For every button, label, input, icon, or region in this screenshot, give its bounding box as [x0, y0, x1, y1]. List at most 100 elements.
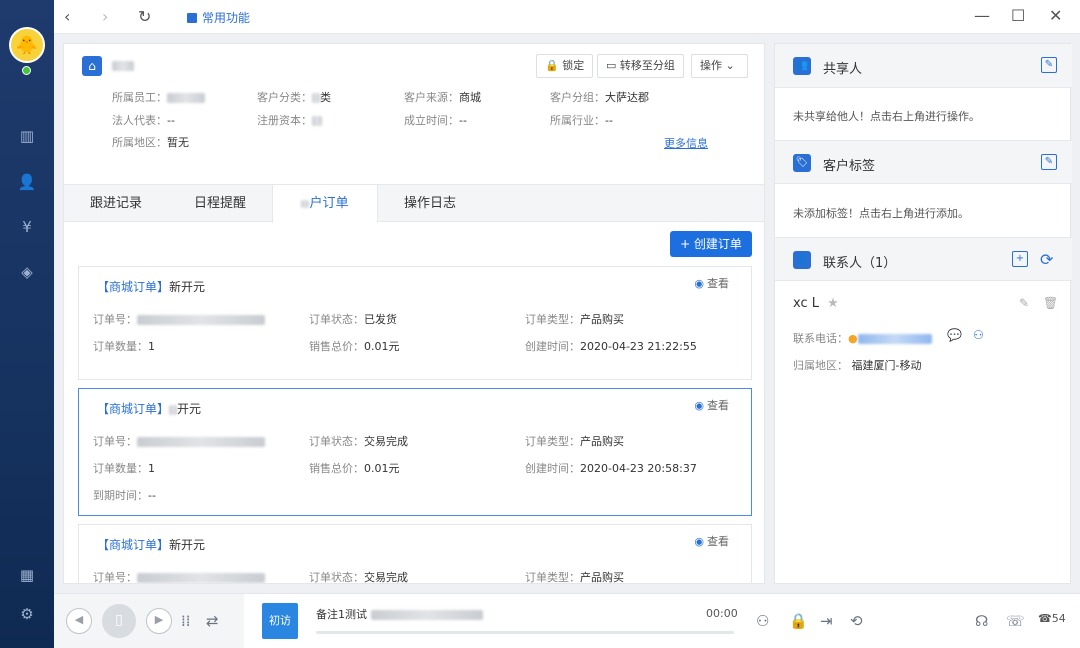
- order-name: 开元: [177, 402, 202, 416]
- dialpad-icon[interactable]: ⁞⁞: [181, 612, 191, 630]
- more-info-link[interactable]: 更多信息: [664, 135, 708, 151]
- share-empty-text: 未共享给他人！点击右上角进行操作。: [793, 110, 980, 123]
- customer-header: ⌂ 🔒 锁定 ▭ 转移至分组 操作 ⌄ 所属员工： 客户分类：类 客户来源：商城…: [64, 44, 764, 184]
- phone-icon: ☎: [1038, 612, 1052, 625]
- eye-icon: ◉: [694, 399, 704, 412]
- forward-icon[interactable]: ⇥: [820, 612, 833, 630]
- order-quantity: 订单数量：1: [93, 340, 155, 353]
- playback-track[interactable]: [316, 631, 734, 634]
- customer-detail-panel: ⌂ 🔒 锁定 ▭ 转移至分组 操作 ⌄ 所属员工： 客户分类：类 客户来源：商城…: [63, 43, 765, 584]
- edit-icon[interactable]: ✎: [1041, 57, 1057, 73]
- call-bar: ◀ ▯ ▶ ⁞⁞ ⇄ 初访 备注1测试 00:00 ⚇ 🔒 ⇥ ⟲ ☊ ☏ ☎5…: [54, 593, 1080, 648]
- order-status: 订单状态：交易完成: [309, 571, 408, 584]
- phone-device-icon[interactable]: ▯: [102, 604, 136, 638]
- order-name: 新开元: [169, 280, 206, 294]
- call-count-value: 54: [1051, 612, 1066, 625]
- settings-gear-icon[interactable]: ⚙: [17, 604, 37, 624]
- tab-follow-up[interactable]: 跟进记录: [64, 185, 168, 222]
- call-controls: ◀ ▯ ▶ ⁞⁞ ⇄: [54, 594, 244, 648]
- headset-icon[interactable]: ☊: [975, 612, 988, 630]
- tab-orders-label: 户订单: [309, 196, 349, 211]
- favorite-label: 常用功能: [202, 11, 251, 25]
- tab-customer-orders[interactable]: 户订单: [272, 185, 378, 223]
- tag-empty-text: 未添加标签！点击右上角进行添加。: [793, 207, 969, 220]
- founded-field: 成立时间：--: [404, 114, 467, 127]
- star-icon[interactable]: ★: [827, 296, 839, 311]
- action-label: 操作: [700, 59, 722, 72]
- message-icon[interactable]: 💬: [947, 328, 962, 342]
- chart-icon[interactable]: ▥: [17, 126, 37, 146]
- action-dropdown[interactable]: 操作 ⌄: [691, 54, 748, 78]
- add-friend-icon[interactable]: ⚇: [973, 328, 984, 342]
- order-tag[interactable]: 【商城订单】: [97, 538, 169, 552]
- order-total: 销售总价：0.01元: [309, 340, 400, 353]
- order-title: 【商城订单】新开元: [97, 536, 205, 553]
- forward-button[interactable]: ›: [102, 7, 108, 26]
- back-button[interactable]: ‹: [64, 7, 70, 26]
- view-order-button[interactable]: ◉ 查看: [694, 275, 729, 291]
- share-section-header: 👥 共享人 ✎: [775, 44, 1072, 88]
- call-count[interactable]: ☎54: [1038, 612, 1066, 625]
- box-icon[interactable]: ◈: [17, 262, 37, 282]
- transfer-user-icon[interactable]: ⚇: [756, 612, 769, 630]
- order-card-selected: 【商城订单】 开元 ◉ 查看 订单号： 订单状态：交易完成 订单类型：产品购买 订单…: [78, 388, 752, 516]
- sync-icon[interactable]: ⟳: [1040, 250, 1053, 269]
- order-created-time: 创建时间：2020-04-23 20:58:37: [525, 462, 697, 475]
- contact-user-icon: 👤: [793, 251, 811, 269]
- view-label: 查看: [707, 535, 729, 548]
- order-created-time: 创建时间：2020-04-23 21:22:55: [525, 340, 697, 353]
- call-timer: 00:00: [706, 607, 738, 620]
- eye-icon: ◉: [694, 277, 704, 290]
- recall-icon[interactable]: ⟲: [850, 612, 863, 630]
- order-card: 【商城订单】新开元 ◉ 查看 订单号： 订单状态：已发货 订单类型：产品购买 订单…: [78, 266, 752, 380]
- contact-section-header: 👤 联系人（1） + ⟳: [775, 237, 1072, 281]
- wallet-icon[interactable]: ¥: [17, 217, 37, 237]
- first-visit-badge[interactable]: 初访: [262, 603, 298, 639]
- close-button[interactable]: ✕: [1049, 6, 1062, 25]
- favorite-functions-tab[interactable]: 常用功能: [187, 9, 250, 26]
- create-order-button[interactable]: + 创建订单: [670, 231, 752, 257]
- share-title: 共享人: [823, 62, 863, 77]
- region-field: 所属地区：暂无: [112, 136, 189, 149]
- next-icon[interactable]: ▶: [146, 608, 172, 634]
- previous-icon[interactable]: ◀: [66, 608, 92, 634]
- switch-icon[interactable]: ⇄: [206, 612, 219, 630]
- add-icon[interactable]: +: [1012, 251, 1028, 267]
- tag-icon: 🏷: [793, 154, 811, 172]
- detail-tabs: 跟进记录 日程提醒 户订单 操作日志: [64, 184, 764, 223]
- tag-title: 客户标签: [823, 159, 876, 174]
- edit-icon[interactable]: ✎: [1041, 154, 1057, 170]
- order-name: 新开元: [169, 538, 206, 552]
- order-tag[interactable]: 【商城订单】: [97, 280, 169, 294]
- category-field: 客户分类：类: [257, 91, 331, 104]
- delete-icon[interactable]: 🗑: [1043, 296, 1058, 310]
- apps-grid-icon[interactable]: ▦: [17, 565, 37, 585]
- lock-button[interactable]: 🔒 锁定: [536, 54, 594, 78]
- user-icon[interactable]: 👤: [17, 172, 37, 192]
- edit-contact-icon[interactable]: ✎: [1019, 296, 1029, 310]
- refresh-button[interactable]: ↻: [138, 7, 151, 26]
- right-panel: 👥 共享人 ✎ 未共享给他人！点击右上角进行操作。 🏷 客户标签 ✎ 未添加标签…: [774, 43, 1072, 584]
- contact-region: 归属地区： 福建厦门-移动: [793, 359, 922, 372]
- lock-icon[interactable]: 🔒: [789, 612, 808, 630]
- industry-field: 所属行业：--: [550, 114, 613, 127]
- staff-field: 所属员工：: [112, 89, 205, 105]
- minimize-button[interactable]: —: [974, 6, 990, 25]
- view-order-button[interactable]: ◉ 查看: [694, 397, 729, 413]
- home-icon: ⌂: [82, 56, 102, 76]
- tab-operation-log[interactable]: 操作日志: [378, 185, 482, 222]
- transfer-group-button[interactable]: ▭ 转移至分组: [597, 54, 684, 78]
- call-note: 备注1测试: [316, 606, 483, 622]
- order-title: 【商城订单】新开元: [97, 278, 205, 295]
- order-type: 订单类型：产品购买: [525, 313, 624, 326]
- phone-list-icon[interactable]: ☏: [1006, 612, 1025, 630]
- view-label: 查看: [707, 399, 729, 412]
- order-number: 订单号：: [93, 311, 265, 327]
- view-order-button[interactable]: ◉ 查看: [694, 533, 729, 549]
- user-avatar[interactable]: 🐥: [9, 27, 45, 63]
- order-title: 【商城订单】 开元: [97, 400, 201, 417]
- tab-schedule[interactable]: 日程提醒: [168, 185, 272, 222]
- order-tag[interactable]: 【商城订单】: [97, 402, 169, 416]
- maximize-button[interactable]: ☐: [1011, 6, 1025, 25]
- order-status: 订单状态：已发货: [309, 313, 397, 326]
